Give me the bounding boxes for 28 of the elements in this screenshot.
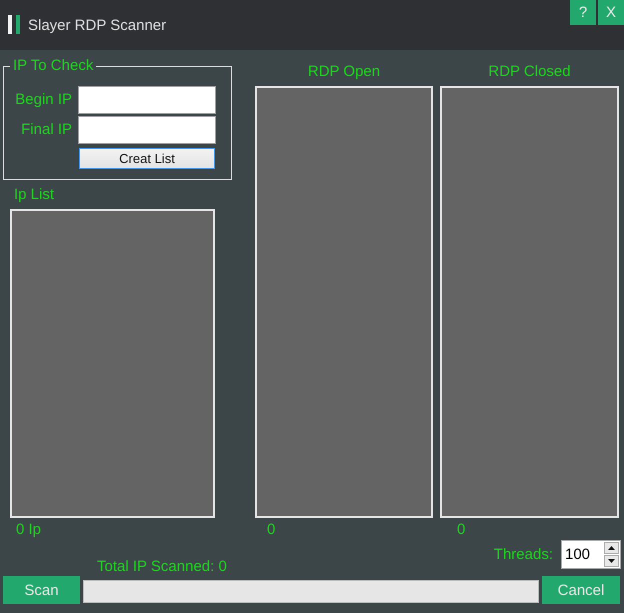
down-triangle-icon [608,559,615,563]
total-scanned-label: Total IP Scanned: 0 [97,558,227,576]
list-box[interactable] [440,86,619,518]
bars-logo-icon [8,15,20,34]
threads-spinbox[interactable]: 100 [561,540,621,569]
list-box[interactable] [10,209,215,518]
up-triangle-icon [608,546,615,550]
close-button[interactable]: X [598,0,624,25]
scan-button[interactable]: Scan [3,576,80,604]
field-label: Final IP [20,120,72,140]
spin-up-button[interactable] [604,542,619,554]
spin-down-button[interactable] [604,555,619,567]
list-title: RDP Open [306,63,382,81]
count-label: 0 [267,521,276,538]
window-title: Slayer RDP Scanner [28,17,166,35]
list-box[interactable] [255,86,433,518]
help-button[interactable]: ? [570,0,596,25]
count-label: 0 Ip [16,521,42,538]
group-title: IP To Check [12,57,94,75]
creat-list-button[interactable]: Creat List [79,148,215,169]
list-title: RDP Closed [487,63,572,81]
list-title: Ip List [13,186,56,204]
cancel-button[interactable]: Cancel [542,576,620,604]
threads-label: Threads: [494,546,553,563]
count-label: 0 [457,521,466,538]
field-label: Begin IP [14,90,72,110]
ip-input-field[interactable] [78,116,216,144]
ip-input-field[interactable] [78,86,216,114]
